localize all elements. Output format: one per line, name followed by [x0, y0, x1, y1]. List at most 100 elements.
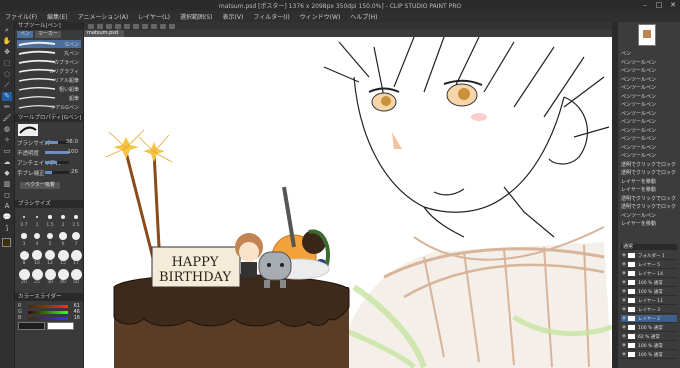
menu-selection[interactable]: 選択範囲(S) — [175, 12, 218, 21]
panel-row[interactable]: ペンツールペン — [621, 101, 676, 107]
sub-color-box[interactable] — [47, 322, 74, 330]
brush-size-cell[interactable]: 30 — [44, 267, 56, 285]
panel-row[interactable]: ペンツールペン — [621, 67, 676, 73]
panel-row[interactable]: ペンツールペン — [621, 152, 676, 158]
color-slider-row[interactable]: R 61 — [18, 303, 80, 309]
brush-size-cell[interactable]: 20 — [18, 267, 30, 285]
panel-row[interactable]: レイヤーを移動 — [621, 186, 676, 192]
brush-size-cell[interactable]: 5 — [44, 229, 56, 247]
panel-row[interactable]: ペンツールペン — [621, 84, 676, 90]
color-slider-row[interactable]: B 16 — [18, 315, 80, 321]
panel-row[interactable]: ペンツールペン — [621, 110, 676, 116]
eye-icon[interactable]: ◉ — [622, 253, 626, 258]
brush-item[interactable]: Gペン — [17, 40, 81, 48]
menu-layer[interactable]: レイヤー(L) — [133, 12, 175, 21]
panel-row[interactable]: ペンツールペン — [621, 76, 676, 82]
eyedropper-tool-icon[interactable]: ⟋ — [2, 81, 12, 90]
color-slider-row[interactable]: G 46 — [18, 309, 80, 315]
current-color-box[interactable] — [18, 322, 45, 330]
panel-row[interactable]: ベンツールペン — [621, 59, 676, 65]
panel-row[interactable]: ペンツールペン — [621, 127, 676, 133]
panel-row[interactable]: ペンツールペン — [621, 144, 676, 150]
decoration-tool-icon[interactable]: ✧ — [2, 136, 12, 145]
menu-animation[interactable]: アニメーション(A) — [73, 12, 134, 21]
canvas-tab[interactable]: matsum.psd — [84, 30, 124, 37]
brush-size-cell[interactable]: 10 — [31, 248, 43, 266]
panel-row[interactable]: レイヤーを移動 — [621, 178, 676, 184]
layer-row[interactable]: ◉ 62 % 通常 — [621, 333, 677, 341]
new-file-icon[interactable] — [88, 23, 94, 29]
brush-size-cell[interactable]: 2.5 — [70, 210, 82, 228]
color-channel-track[interactable] — [28, 311, 68, 314]
menu-view[interactable]: 表示(V) — [218, 12, 249, 21]
layer-blend-mode[interactable]: 通常 — [621, 244, 677, 250]
hand-tool-icon[interactable]: ✋ — [2, 37, 12, 46]
panel-row[interactable]: ペンツールペン — [621, 135, 676, 141]
undo-icon[interactable] — [115, 23, 121, 29]
panel-row[interactable]: レイヤーを移動 — [621, 220, 676, 226]
color-channel-track[interactable] — [28, 317, 68, 320]
brush-size-cell[interactable]: 0.7 — [18, 210, 30, 228]
menu-window[interactable]: ウィンドウ(W) — [295, 12, 346, 21]
layer-row[interactable]: ◉ レイヤー 14 — [621, 270, 677, 278]
balloon-tool-icon[interactable]: 💬 — [2, 213, 12, 222]
panel-row[interactable]: 透明でクリックでロックが外れます — [621, 195, 676, 201]
tool-property-row[interactable]: ブラシサイズ 38.0 — [17, 139, 81, 147]
brush-size-cell[interactable]: 8 — [18, 248, 30, 266]
text-tool-icon[interactable]: A — [2, 202, 12, 211]
blend-tool-icon[interactable]: ☁ — [2, 158, 12, 167]
layer-row[interactable]: ◉ レイヤー 2 — [621, 315, 677, 323]
eraser-tool-icon[interactable]: ▭ — [2, 147, 12, 156]
brush-size-cell[interactable]: 17 — [70, 248, 82, 266]
brush-size-cell[interactable]: 25 — [31, 267, 43, 285]
menu-file[interactable]: ファイル(F) — [0, 12, 42, 21]
brush-size-cell[interactable]: 7 — [70, 229, 82, 247]
navigator-thumbnail[interactable] — [638, 24, 656, 46]
layer-row[interactable]: ◉ レイヤー 11 — [621, 297, 677, 305]
tab-marker[interactable]: マーカー — [35, 31, 62, 38]
eye-icon[interactable]: ◉ — [622, 352, 626, 357]
brush-size-cell[interactable]: 4 — [31, 229, 43, 247]
redo-icon[interactable] — [124, 23, 130, 29]
panel-row[interactable]: 透明でクリックでロックが外れます — [621, 203, 676, 209]
move-tool-icon[interactable]: ✥ — [2, 48, 12, 57]
tool-property-row[interactable]: 手ブレ補正 26 — [17, 169, 81, 177]
layer-row[interactable]: ◉ 100 % 通常 — [621, 342, 677, 350]
layer-row[interactable]: ◉ 100 % 通常 — [621, 279, 677, 287]
brush-size-cell[interactable]: 50 — [70, 267, 82, 285]
menu-edit[interactable]: 編集(E) — [42, 12, 72, 21]
eye-icon[interactable]: ◉ — [622, 307, 626, 312]
brush-size-cell[interactable]: 40 — [57, 267, 69, 285]
eye-icon[interactable]: ◉ — [622, 262, 626, 267]
close-button[interactable]: ✕ — [666, 0, 680, 11]
figure-tool-icon[interactable]: ◻ — [2, 191, 12, 200]
brush-size-cell[interactable]: 12 — [44, 248, 56, 266]
zoom-tool-icon[interactable]: ⌕ — [2, 26, 12, 35]
eye-icon[interactable]: ◉ — [622, 343, 626, 348]
brush-size-cell[interactable]: 15 — [57, 248, 69, 266]
minimize-button[interactable]: – — [638, 0, 652, 11]
brush-item[interactable]: リアル鉛筆 — [17, 76, 81, 84]
lasso-tool-icon[interactable]: ◌ — [2, 70, 12, 79]
fill-tool-icon[interactable]: ◆ — [2, 169, 12, 178]
eye-icon[interactable]: ◉ — [622, 316, 626, 321]
eye-icon[interactable]: ◉ — [622, 334, 626, 339]
brush-size-cell[interactable]: 2 — [57, 210, 69, 228]
panel-row[interactable]: 透明でクリックでロックが外れます — [621, 161, 676, 167]
layer-row[interactable]: ◉ 100 % 通常 — [621, 324, 677, 332]
snap-icon[interactable] — [169, 23, 175, 29]
menu-filter[interactable]: フィルター(I) — [248, 12, 294, 21]
clear-icon[interactable] — [133, 23, 139, 29]
panel-row[interactable]: ペンツールペン — [621, 118, 676, 124]
tab-pen[interactable]: ペン — [17, 31, 34, 38]
line-correction-tool-icon[interactable]: ⟆ — [2, 224, 12, 233]
brush-size-cell[interactable]: 6 — [57, 229, 69, 247]
invert-selection-icon[interactable] — [160, 23, 166, 29]
panel-row[interactable]: ペンツールペン — [621, 212, 676, 218]
brush-item[interactable]: カリグラフィ — [17, 67, 81, 75]
brush-size-cell[interactable]: 1 — [31, 210, 43, 228]
brush-size-cell[interactable]: 3 — [18, 229, 30, 247]
brush-item[interactable]: カブラペン — [17, 58, 81, 66]
airbrush-tool-icon[interactable]: ◍ — [2, 125, 12, 134]
brush-item[interactable]: 鉛筆 — [17, 94, 81, 102]
